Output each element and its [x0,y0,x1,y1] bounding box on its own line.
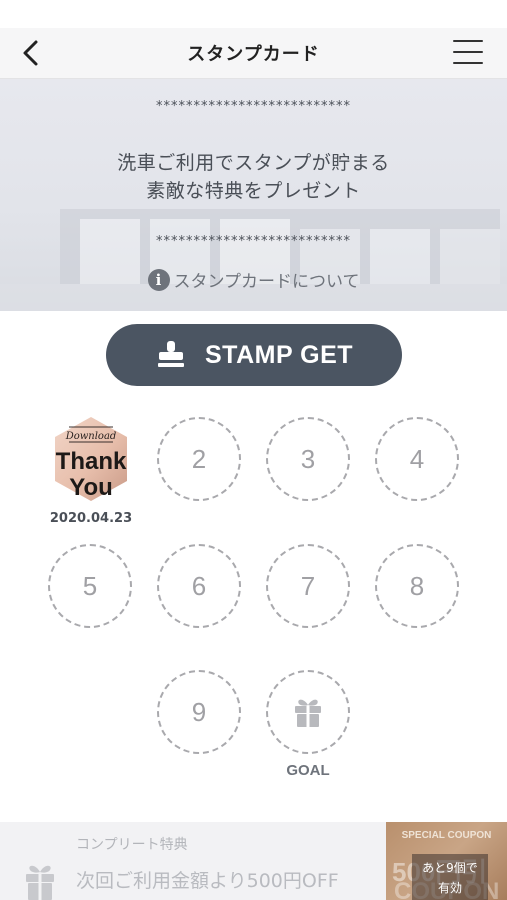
complete-reward-label: コンプリート特典 [76,837,188,853]
coupon-thumbnail[interactable]: SPECIAL COUPON 500円引 COUPON あと9個で 有効 [386,822,507,900]
hero-banner: ************************** 洗車ご利用でスタンプが貯ま… [0,79,507,311]
stamp-get-label: STAMP GET [204,340,354,369]
hero-message-line2: 素敵な特典をプレゼント [146,180,361,202]
complete-reward-panel[interactable]: コンプリート特典 次回ご利用金額より500円OFF SPECIAL COUPON… [0,822,507,900]
stamp-slot-goal [266,670,350,754]
hero-message-line1: 洗車ご利用でスタンプが貯まる [117,152,390,174]
coupon-header: SPECIAL COUPON [401,830,492,841]
stamp-badge-line2: You [69,474,113,501]
status-bar [0,0,507,28]
info-icon: i [147,268,170,291]
coupon-remaining-line2: 有効 [437,881,462,895]
stamp-date: 2020.04.23 [49,511,133,526]
reward-gift-icon [26,865,54,900]
gift-icon [295,699,321,727]
back-icon[interactable] [14,37,48,69]
page-title: スタンプカード [187,44,320,65]
stamp-slot-1: Download Thank You [49,415,133,503]
stamp-slot-4: 4 [375,417,459,501]
coupon-remaining-line1: あと9個で [422,861,478,875]
goal-label: GOAL [286,762,330,779]
complete-reward-title: 次回ご利用金額より500円OFF [76,870,339,892]
stamp-slot-9: 9 [157,670,241,754]
stamp-badge-top: Download [65,431,117,442]
about-stamp-card-link[interactable]: i スタンプカードについて [147,267,360,292]
thank-you-stamp: Download Thank You [55,417,127,501]
about-link-label: スタンプカードについて [173,272,360,292]
stamp-slot-2: 2 [157,417,241,501]
stamp-slot-8: 8 [375,544,459,628]
menu-icon[interactable] [453,40,483,66]
stamp-slot-5: 5 [48,544,132,628]
stamp-slot-7: 7 [266,544,350,628]
coupon-remaining-overlay: あと9個で 有効 [412,854,488,900]
stamp-icon [157,341,184,367]
nav-bar: スタンプカード [0,28,507,79]
stamp-slot-3: 3 [266,417,350,501]
stamp-badge-line1: Thank [56,448,127,475]
stars-top: ************************** [156,99,351,114]
stars-bottom: ************************** [156,234,351,249]
stamp-get-button[interactable]: STAMP GET [106,324,402,386]
stamp-slot-6: 6 [157,544,241,628]
